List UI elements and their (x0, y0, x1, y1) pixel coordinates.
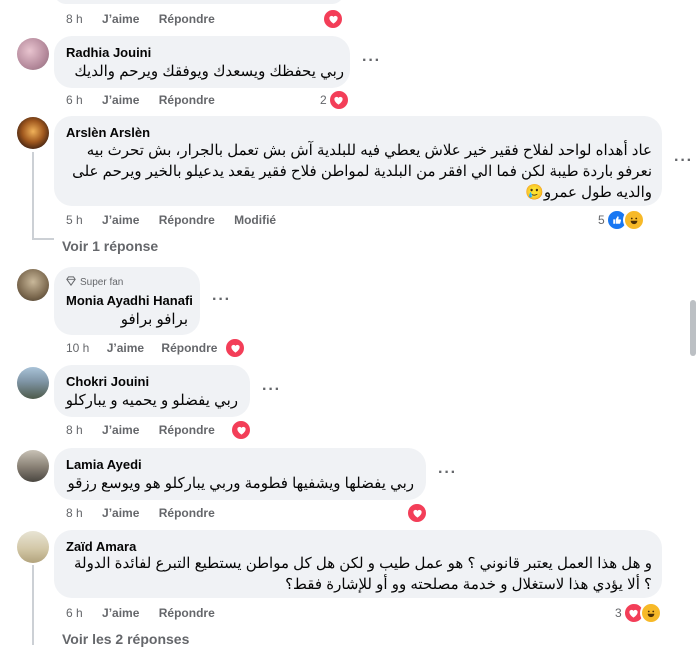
comment-time[interactable]: 6 h (66, 93, 83, 107)
comment-meta-top: 8 h J’aime Répondre (66, 12, 215, 26)
haha-reaction-icon (622, 209, 645, 231)
like-action[interactable]: J’aime (102, 606, 139, 620)
more-options-icon[interactable]: ··· (438, 464, 457, 482)
comment-time[interactable]: 8 h (66, 423, 83, 437)
scrollbar-thumb[interactable] (690, 300, 696, 356)
like-action[interactable]: J’aime (102, 93, 139, 107)
comment-text-line-3: والديه طول عمرو🥲 (525, 184, 652, 201)
reactions[interactable] (406, 502, 428, 524)
more-options-icon[interactable]: ··· (262, 381, 281, 399)
comment-text: ربي يفضلها ويشفيها فطومة وربي يباركلو هو… (67, 475, 414, 492)
heart-reaction-icon (230, 419, 252, 441)
like-action[interactable]: J’aime (102, 506, 139, 520)
heart-reaction-icon (322, 8, 344, 30)
avatar[interactable] (17, 269, 49, 301)
comment-meta: 8 h J’aime Répondre (66, 423, 215, 437)
comment-text-line-2: ؟ ألا يؤدي هذا لاستغلال و خدمة مصلحته وو… (285, 576, 652, 593)
reply-action[interactable]: Répondre (159, 93, 215, 107)
comment-bubble-top (54, 0, 344, 4)
comment-author[interactable]: Monia Ayadhi Hanafi (66, 293, 193, 308)
thread-line (32, 152, 34, 240)
heart-reaction-icon (224, 337, 246, 359)
reply-action[interactable]: Répondre (159, 506, 215, 520)
more-options-icon[interactable]: ··· (674, 152, 693, 170)
edited-label: Modifié (234, 213, 277, 227)
comment-author[interactable]: Chokri Jouini (66, 374, 149, 389)
reply-action[interactable]: Répondre (161, 341, 217, 355)
comment-meta: 8 h J’aime Répondre (66, 506, 215, 520)
heart-reaction-icon (327, 89, 350, 111)
comment-time[interactable]: 10 h (66, 341, 89, 355)
like-action[interactable]: J’aime (102, 12, 139, 26)
like-action[interactable]: J’aime (102, 213, 139, 227)
reactions[interactable]: 2 (320, 89, 350, 111)
avatar[interactable] (17, 450, 49, 482)
comment-text: ربي يحفظك ويسعدك ويوفقك ويرحم والديك (74, 63, 344, 80)
avatar[interactable] (17, 367, 49, 399)
comment-author[interactable]: Zaïd Amara (66, 539, 136, 554)
comment-meta: 6 h J’aime Répondre (66, 606, 215, 620)
comment-time[interactable]: 6 h (66, 606, 83, 620)
reply-action[interactable]: Répondre (159, 423, 215, 437)
super-fan-label: Super fan (80, 277, 124, 288)
comment-text-line-2: نعرفو باردة طيبة لكن فما الي افقر من الب… (72, 163, 652, 180)
comment-author[interactable]: Arslèn Arslèn (66, 125, 150, 140)
comment-time[interactable]: 8 h (66, 506, 83, 520)
reactions[interactable] (230, 419, 252, 441)
comment-time[interactable]: 5 h (66, 213, 83, 227)
comment-meta: 6 h J’aime Répondre (66, 93, 215, 107)
diamond-icon (66, 276, 76, 289)
avatar[interactable] (17, 531, 49, 563)
avatar[interactable] (17, 117, 49, 149)
view-replies-link[interactable]: Voir les 2 réponses (62, 631, 189, 647)
reply-action[interactable]: Répondre (159, 606, 215, 620)
more-options-icon[interactable]: ··· (362, 52, 381, 70)
haha-reaction-icon (639, 602, 662, 624)
comment-author[interactable]: Lamia Ayedi (66, 457, 142, 472)
reaction-count: 5 (598, 213, 605, 227)
avatar[interactable] (17, 38, 49, 70)
reactions[interactable]: 5 (598, 209, 645, 231)
more-options-icon[interactable]: ··· (212, 291, 231, 309)
reactions-top[interactable] (322, 8, 344, 30)
reactions[interactable] (224, 337, 246, 359)
reply-action[interactable]: Répondre (159, 12, 215, 26)
reactions[interactable]: 3 (615, 602, 662, 624)
comment-meta: 5 h J’aime Répondre Modifié (66, 213, 276, 227)
thread-line (32, 565, 34, 645)
comment-text-line-1: و هل هذا العمل يعتبر قانوني ؟ هو عمل طيب… (74, 555, 652, 572)
reaction-count: 2 (320, 93, 327, 107)
comment-text-line-1: عاد أهداه لواحد لفلاح فقير خير علاش يعطي… (86, 142, 652, 159)
view-replies-link[interactable]: Voir 1 réponse (62, 238, 158, 254)
like-action[interactable]: J’aime (102, 423, 139, 437)
comment-text: ربي يفضلو و يحميه و يباركلو (65, 392, 238, 409)
super-fan-badge: Super fan (66, 276, 123, 289)
comment-meta: 10 h J’aime Répondre (66, 341, 217, 355)
like-action[interactable]: J’aime (107, 341, 144, 355)
heart-reaction-icon (406, 502, 428, 524)
comment-author[interactable]: Radhia Jouini (66, 45, 151, 60)
comment-time[interactable]: 8 h (66, 12, 83, 26)
reply-action[interactable]: Répondre (159, 213, 215, 227)
comment-text: برافو برافو (120, 311, 188, 328)
thread-line-curve (32, 238, 54, 240)
reaction-count: 3 (615, 606, 622, 620)
